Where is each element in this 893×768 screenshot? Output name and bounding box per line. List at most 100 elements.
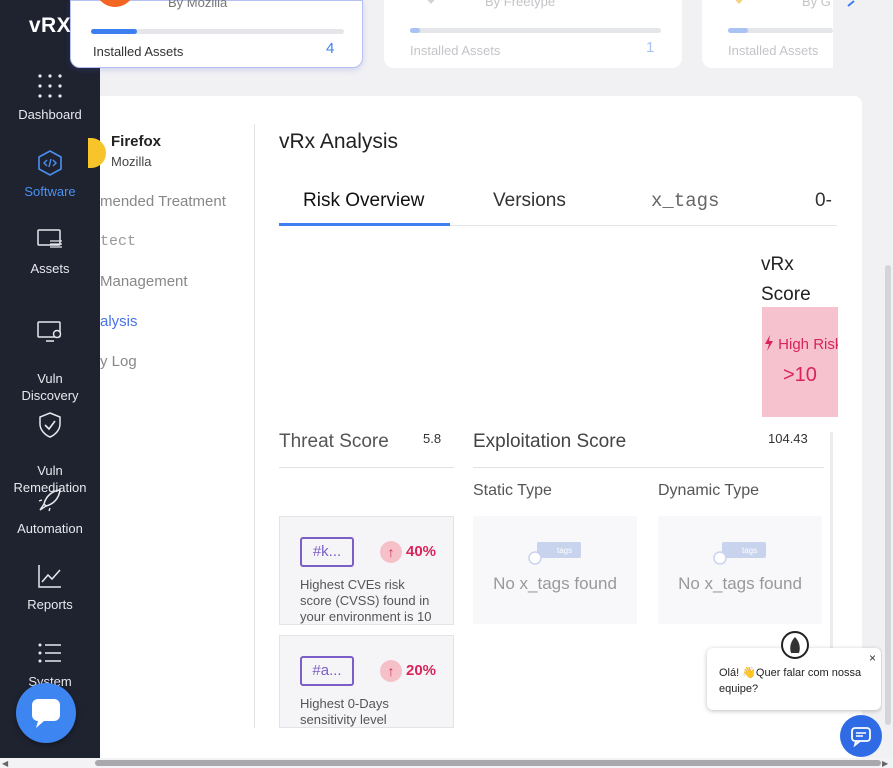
card-progress-fill — [410, 28, 421, 33]
mini-tag-text: tags — [742, 546, 757, 555]
metric-description: Highest CVEs risk score (CVSS) found in … — [300, 577, 432, 624]
card-label: Installed Assets — [93, 44, 184, 59]
menu-protect[interactable]: tect — [100, 233, 136, 250]
close-icon[interactable]: × — [869, 651, 876, 665]
metric-card-zero-days: #a... ↑ 20% Highest 0-Days sensitivity l… — [279, 635, 454, 728]
freetype-logo-icon — [427, 0, 435, 4]
metric-tag[interactable]: #a... — [300, 656, 354, 686]
monitor-search-icon — [37, 321, 62, 342]
chat-message: Olá! 👋Quer falar com nossa equipe? — [719, 667, 862, 695]
metric-card-cvss: #k... ↑ 40% Highest CVEs risk score (CVS… — [279, 516, 454, 625]
rocket-icon — [38, 489, 61, 512]
chat-open-button[interactable] — [840, 715, 882, 757]
card-label: Installed Assets — [728, 43, 819, 58]
tab-x-tags[interactable]: x_tags — [651, 190, 719, 212]
sidebar-item-reports[interactable]: Reports — [0, 562, 100, 613]
sidebar-label-software: Software — [24, 184, 76, 199]
vertical-scroll-thumb[interactable] — [885, 265, 891, 725]
card-label: Installed Assets — [410, 43, 501, 58]
sidebar-label-automation: Automation — [17, 521, 83, 536]
card-progress-bar — [410, 28, 661, 33]
sidebar-item-vuln-discovery[interactable]: Vuln Discovery — [0, 302, 100, 404]
metric-description: Highest 0-Days sensitivity level — [300, 696, 389, 727]
no-tags-message: No x_tags found — [678, 574, 802, 593]
chat-launcher-button[interactable] — [16, 683, 76, 743]
vrx-score-title-line2: Score — [761, 284, 811, 305]
vendor-logo-icon — [735, 0, 743, 4]
sidebar-label-assets: Assets — [30, 261, 70, 276]
risk-value: >10 — [783, 364, 817, 386]
no-tags-message: No x_tags found — [493, 574, 617, 593]
card-progress-bar — [728, 28, 833, 33]
scroll-right-arrow-icon[interactable]: ▶ — [882, 759, 888, 768]
dynamic-tags-empty: tags No x_tags found — [658, 516, 822, 624]
metric-tag[interactable]: #k... — [300, 537, 354, 567]
software-card-firefox[interactable]: By Mozilla Installed Assets 4 — [70, 0, 363, 68]
tab-risk-overview[interactable]: Risk Overview — [303, 190, 424, 212]
tab-active-indicator — [279, 223, 450, 226]
card-count: 4 — [326, 40, 335, 57]
threat-score-title: Threat Score — [279, 431, 389, 452]
arrow-up-icon: ↑ — [380, 660, 402, 682]
static-tags-empty: tags No x_tags found — [473, 516, 637, 624]
static-type-label: Static Type — [473, 482, 552, 499]
tab-zero-days[interactable]: 0- — [815, 190, 832, 212]
menu-management[interactable]: Management — [100, 273, 188, 290]
analysis-title: vRx Analysis — [279, 130, 399, 153]
menu-analysis[interactable]: alysis — [100, 313, 138, 330]
shield-check-icon — [39, 412, 61, 438]
threat-score-value: 5.8 — [423, 431, 442, 446]
card-vendor: By Mozilla — [168, 0, 228, 10]
card-progress-bar — [91, 29, 344, 34]
horizontal-scrollbar[interactable]: ◀ ▶ — [0, 758, 893, 768]
card-progress-fill — [728, 28, 748, 33]
card-progress-fill — [91, 29, 137, 34]
menu-recommended-treatment[interactable]: mended Treatment — [100, 193, 226, 210]
software-card-third[interactable]: By G Installed Assets — [702, 0, 833, 68]
agent-avatar-icon — [790, 637, 800, 653]
metric-percent: 20% — [406, 662, 437, 679]
inner-scrollbar[interactable] — [830, 432, 833, 672]
card-vendor: By Freetype — [485, 0, 556, 9]
tab-versions[interactable]: Versions — [493, 190, 566, 212]
list-icon — [38, 643, 61, 663]
horizontal-scroll-thumb[interactable] — [95, 760, 881, 766]
card-count: 1 — [646, 39, 655, 56]
code-hexagon-icon — [38, 150, 62, 176]
software-card-freetype[interactable]: By Freetype Installed Assets 1 — [384, 0, 682, 68]
lightning-icon — [765, 335, 773, 351]
exploitation-score-title: Exploitation Score — [473, 431, 627, 452]
vrx-score-title: vRx Score — [761, 250, 811, 310]
sidebar-item-vuln-remediation[interactable]: Vuln Remediation — [0, 394, 100, 496]
software-vendor: Mozilla — [111, 154, 152, 169]
card-vendor: By G — [802, 0, 831, 9]
vrx-score-title-line1: vRx — [761, 254, 794, 275]
column-divider — [254, 124, 255, 728]
chat-bubble-icon — [851, 727, 871, 748]
vertical-scrollbar[interactable] — [882, 0, 893, 760]
sidebar-item-software[interactable]: Software — [0, 149, 100, 200]
sidebar-item-assets[interactable]: Assets — [0, 226, 100, 277]
threat-divider — [279, 467, 454, 468]
exploitation-divider — [473, 467, 824, 468]
risk-level-label: High Risk — [778, 336, 838, 353]
dynamic-type-label: Dynamic Type — [658, 482, 760, 499]
risk-level: High Risk — [764, 335, 838, 353]
menu-activity-log[interactable]: y Log — [100, 353, 137, 370]
chat-agent-avatar — [781, 631, 809, 659]
software-name: Firefox — [111, 133, 162, 150]
tags-empty-icon: tags — [713, 542, 766, 565]
chat-bubble-icon — [32, 699, 60, 728]
grid-dots-icon — [38, 74, 62, 98]
tags-empty-icon: tags — [528, 542, 581, 565]
sidebar-item-automation[interactable]: Automation — [0, 486, 100, 537]
chart-line-icon — [38, 565, 61, 588]
sidebar-item-dashboard[interactable]: Dashboard — [0, 72, 100, 123]
scroll-left-arrow-icon[interactable]: ◀ — [2, 759, 8, 768]
exploitation-score-value: 104.43 — [768, 431, 808, 446]
risk-score-box: High Risk >10 — [762, 307, 838, 417]
chevron-icon[interactable] — [846, 0, 860, 8]
monitor-stack-icon — [37, 229, 62, 248]
arrow-up-icon: ↑ — [380, 541, 402, 563]
sidebar: vRX Dashboard Software Assets Vuln Disco… — [0, 0, 100, 760]
